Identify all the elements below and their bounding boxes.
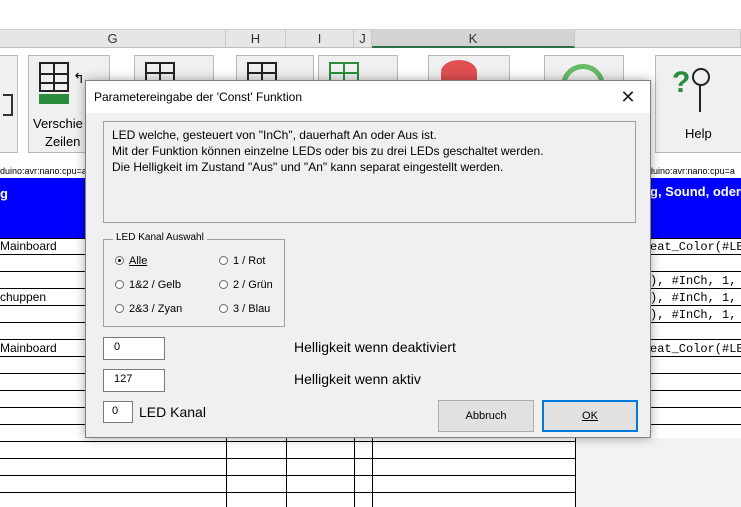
cell-k-row-5: eat_Color(#LED <box>650 342 741 356</box>
cell-mainboard-2: Mainboard <box>0 341 57 355</box>
description-line-1: LED welche, gesteuert von "InCh", dauerh… <box>112 128 437 142</box>
blue-cell-left: g <box>0 186 8 201</box>
column-header-j[interactable]: J <box>354 30 372 48</box>
move-rows-icon <box>39 62 69 92</box>
radio-alle[interactable]: Alle <box>115 255 147 267</box>
ok-button-label: OK <box>582 410 598 422</box>
radio-unchecked-icon <box>115 280 124 289</box>
tool-button-left-edge[interactable] <box>0 55 18 153</box>
cancel-button-label: Abbruch <box>465 410 507 422</box>
cell-k-row-4: ), #InCh, 1, 2 <box>650 308 741 322</box>
column-header-g[interactable]: G <box>0 30 226 48</box>
radio-2-gruen-label: 2 / Grün <box>233 279 273 291</box>
help-figure-icon: ? <box>672 66 691 99</box>
cell-k-row-2: ), #InCh, 1, 2 <box>650 274 741 288</box>
led-channel-label: LED Kanal <box>139 404 206 420</box>
description-line-2: Mit der Funktion können einzelne LEDs od… <box>112 144 544 158</box>
sheet-top-strip <box>0 0 741 30</box>
header-cell-right: arduino:avr:nano:cpu=a <box>640 166 735 176</box>
led-channel-group-label: LED Kanal Auswahl <box>113 232 207 243</box>
help-person-icon <box>692 68 710 86</box>
move-rows-label-1: Verschie <box>33 116 83 131</box>
brightness-on-label: Helligkeit wenn aktiv <box>294 371 421 387</box>
cancel-button[interactable]: Abbruch <box>438 400 534 432</box>
dialog-title: Parametereingabe der 'Const' Funktion <box>94 90 303 104</box>
radio-3-blau[interactable]: 3 / Blau <box>219 303 270 315</box>
radio-unchecked-icon <box>219 280 228 289</box>
radio-2-3-zyan-label: 2&3 / Zyan <box>129 303 183 315</box>
radio-3-blau-label: 3 / Blau <box>233 303 271 315</box>
bracket-icon <box>3 94 13 116</box>
cell-k-row-1: eat_Color(#LED <box>650 240 741 254</box>
cell-k-row-3: ), #InCh, 1, 2 <box>650 291 741 305</box>
radio-checked-icon <box>115 256 124 265</box>
brightness-off-label: Helligkeit wenn deaktiviert <box>294 339 456 355</box>
arrow-icon: ↰ <box>73 70 85 86</box>
radio-1-2-gelb[interactable]: 1&2 / Gelb <box>115 279 181 291</box>
radio-unchecked-icon <box>115 304 124 313</box>
help-button[interactable]: ? Help <box>655 55 741 153</box>
radio-alle-label: Alle <box>129 255 148 267</box>
column-header-l[interactable] <box>575 30 741 48</box>
column-k-shade <box>576 438 741 507</box>
led-channel-input[interactable]: 0 <box>103 401 133 423</box>
description-box: LED welche, gesteuert von "InCh", dauerh… <box>103 121 636 223</box>
move-rows-label-2: Zeilen <box>45 134 81 149</box>
radio-1-rot[interactable]: 1 / Rot <box>219 255 265 267</box>
radio-unchecked-icon <box>219 304 228 313</box>
radio-1-2-gelb-label: 1&2 / Gelb <box>129 279 181 291</box>
column-header-i[interactable]: I <box>286 30 354 48</box>
column-header-h[interactable]: H <box>226 30 286 48</box>
cell-chuppen: chuppen <box>0 290 47 304</box>
move-rows-green-icon <box>39 94 69 104</box>
brightness-off-input[interactable]: 0 <box>103 337 165 360</box>
ok-button[interactable]: OK <box>542 400 638 432</box>
radio-2-gruen[interactable]: 2 / Grün <box>219 279 273 291</box>
dialog-titlebar[interactable]: Parametereingabe der 'Const' Funktion ✕ <box>86 81 650 113</box>
column-header-k[interactable]: K <box>372 30 575 48</box>
radio-1-rot-label: 1 / Rot <box>233 255 266 267</box>
help-person-body <box>699 86 701 112</box>
radio-2-3-zyan[interactable]: 2&3 / Zyan <box>115 303 182 315</box>
close-icon[interactable]: ✕ <box>606 81 650 113</box>
help-label: Help <box>685 126 712 141</box>
blue-cell-right: g, Sound, oder <box>650 184 741 199</box>
radio-unchecked-icon <box>219 256 228 265</box>
const-parameter-dialog: Parametereingabe der 'Const' Funktion ✕ … <box>85 80 651 438</box>
led-channel-groupbox: LED Kanal Auswahl Alle 1 / Rot 1&2 / Gel… <box>103 232 285 327</box>
header-cell-left: duino:avr:nano:cpu=a <box>0 166 87 176</box>
description-line-3: Die Helligkeit im Zustand "Aus" und "An"… <box>112 160 504 174</box>
brightness-on-input[interactable]: 127 <box>103 369 165 392</box>
cell-mainboard-1: Mainboard <box>0 239 57 253</box>
